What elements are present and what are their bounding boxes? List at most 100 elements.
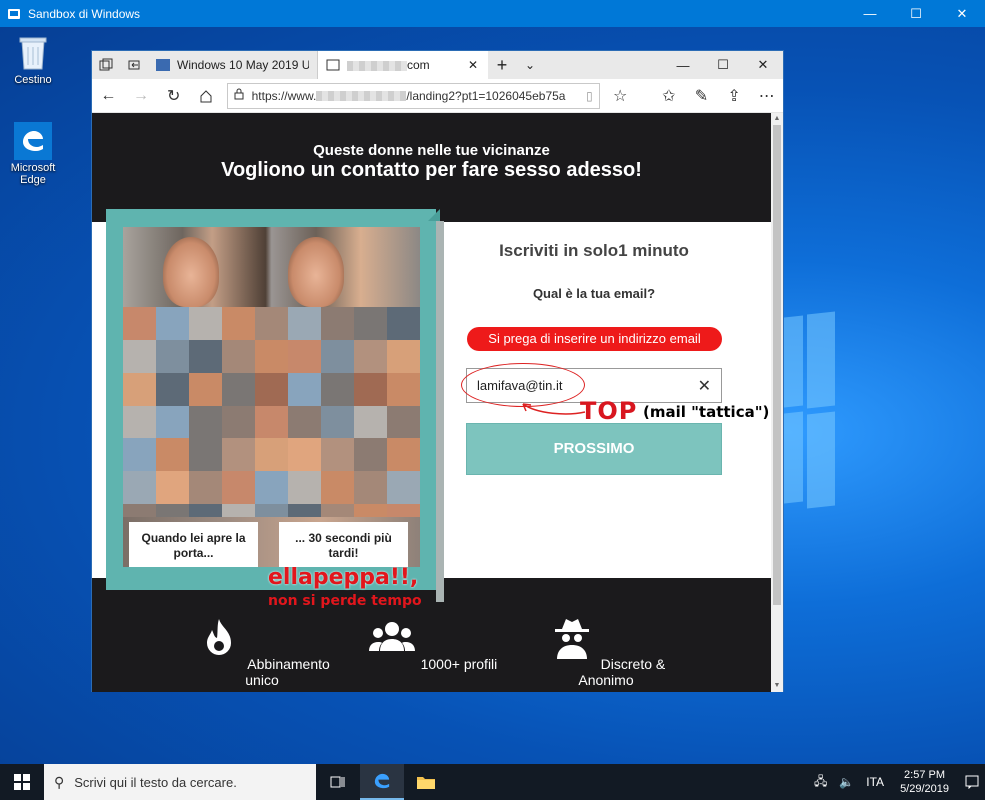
refresh-icon[interactable]: ↻ (157, 79, 190, 113)
taskbar: ⚲ Scrivi qui il testo da cercare. 🖧 🔈 IT… (0, 764, 985, 800)
scroll-up-icon[interactable]: ▲ (771, 113, 783, 125)
mosaic-cell (222, 339, 255, 373)
spy-icon (554, 619, 589, 659)
volume-icon[interactable]: 🔈 (833, 775, 860, 789)
favorites-hub-icon[interactable]: ✩ (652, 79, 685, 113)
mosaic-cell (156, 339, 189, 373)
mosaic-cell (387, 372, 420, 406)
edge-window: Windows 10 May 2019 Upd com ✕ + ⌄ — ☐ ✕ … (91, 50, 784, 692)
tab-list-button[interactable]: ⌄ (516, 51, 544, 79)
task-view-button[interactable] (316, 764, 360, 800)
lock-icon (234, 88, 244, 103)
share-icon[interactable]: ⇪ (718, 79, 751, 113)
back-arrow-icon[interactable]: ← (92, 79, 125, 113)
tab-bar: Windows 10 May 2019 Upd com ✕ + ⌄ — ☐ ✕ (92, 51, 783, 79)
windows-start-icon (14, 774, 30, 790)
mosaic-cell (255, 405, 288, 439)
caption-before: Quando lei apre la porta... (129, 522, 258, 567)
mosaic-cell (156, 405, 189, 439)
taskbar-search[interactable]: ⚲ Scrivi qui il testo da cercare. (44, 764, 316, 800)
mosaic-cell (321, 307, 354, 340)
mosaic-cell (387, 438, 420, 472)
clock[interactable]: 2:57 PM 5/29/2019 (890, 768, 959, 796)
next-button[interactable]: PROSSIMO (466, 423, 722, 475)
task-view-icon (330, 776, 345, 788)
mosaic-cell (255, 438, 288, 472)
mosaic-cell (255, 339, 288, 373)
mosaic-cell (288, 339, 321, 373)
sandbox-icon (8, 8, 20, 19)
photo-frame: Quando lei apre la porta... ... 30 secon… (106, 209, 444, 602)
sandbox-close-button[interactable]: ✕ (939, 0, 985, 27)
edge-icon (374, 773, 390, 789)
address-bar[interactable]: https://www./landing2?pt1=1026045eb75a ▯ (226, 82, 600, 109)
tab-preview-icon[interactable] (120, 51, 148, 79)
mosaic-cell (288, 471, 321, 505)
mosaic-cell (387, 339, 420, 373)
mosaic-cell (288, 438, 321, 472)
sandbox-minimize-button[interactable]: — (847, 0, 893, 27)
language-indicator[interactable]: ITA (860, 775, 890, 789)
mosaic-cell (123, 339, 156, 373)
nav-bar: ← → ↻ https://www./landing2?pt1=1026045e… (92, 79, 783, 113)
sandbox-title: Sandbox di Windows (28, 6, 141, 21)
form-question: Qual è la tua email? (532, 286, 656, 301)
edge-shortcut-label: Microsoft Edge (10, 162, 56, 186)
mosaic-cell (222, 405, 255, 439)
folder-icon (417, 777, 435, 789)
taskbar-file-explorer[interactable] (404, 764, 448, 800)
start-button[interactable] (0, 764, 44, 800)
edge-shortcut[interactable]: Microsoft Edge (1, 122, 65, 186)
mosaic-cell (321, 339, 354, 373)
scrollbar-thumb[interactable] (773, 125, 781, 605)
mosaic-cell (321, 471, 354, 505)
set-aside-tabs-icon[interactable] (92, 51, 120, 79)
pen-icon[interactable]: ✎ (685, 79, 718, 113)
tab-windows-update[interactable]: Windows 10 May 2019 Upd (148, 51, 318, 79)
mosaic-cell (354, 438, 387, 472)
feature-unique-match: Abbinamento unico (192, 613, 332, 688)
annotation-arrow (522, 403, 586, 415)
mosaic-cell (123, 405, 156, 439)
headline-small: Queste donne nelle tue vicinanze (313, 142, 550, 159)
address-url: https://www./landing2?pt1=1026045eb75a (251, 88, 566, 103)
mosaic-cell (354, 471, 387, 505)
scroll-down-icon[interactable]: ▼ (771, 680, 783, 692)
mosaic-cell (255, 307, 288, 340)
tab-landing-page[interactable]: com ✕ (318, 51, 488, 79)
taskbar-edge[interactable] (360, 764, 404, 800)
feature-discreet: Discreto & Anonimo (536, 613, 676, 688)
mosaic-cell (123, 307, 156, 340)
mosaic-cell (189, 372, 222, 406)
mosaic-cell (222, 372, 255, 406)
notification-icon[interactable] (959, 764, 985, 800)
sandbox-maximize-button[interactable]: ☐ (893, 0, 939, 27)
mosaic-cell (123, 438, 156, 472)
forward-arrow-icon[interactable]: → (125, 79, 158, 113)
new-tab-button[interactable]: + (488, 51, 516, 79)
more-options-icon[interactable]: ⋯ (750, 79, 783, 113)
mosaic-cell (123, 471, 156, 505)
recycle-bin-icon (15, 32, 51, 72)
mosaic-cell (156, 307, 189, 340)
reading-view-icon[interactable]: ▯ (586, 89, 593, 103)
favorite-star-icon[interactable]: ☆ (604, 79, 637, 113)
edge-maximize-button[interactable]: ☐ (703, 51, 743, 79)
network-icon[interactable]: 🖧 (808, 772, 833, 793)
page-scrollbar[interactable]: ▲ ▼ (771, 113, 783, 692)
mosaic-cell (156, 471, 189, 505)
mosaic-cell (387, 405, 420, 439)
mosaic-cell (189, 471, 222, 505)
page-viewport: Queste donne nelle tue vicinanze Voglion… (92, 113, 783, 692)
home-icon[interactable] (190, 79, 223, 113)
edge-close-button[interactable]: ✕ (743, 51, 783, 79)
tab-label: Windows 10 May 2019 Upd (177, 58, 309, 72)
tab-close-button[interactable]: ✕ (466, 58, 480, 72)
edge-minimize-button[interactable]: — (663, 51, 703, 79)
clear-input-icon[interactable]: ✕ (698, 376, 711, 396)
mosaic-cell (255, 372, 288, 406)
mosaic-cell (321, 372, 354, 406)
feature-profiles: 1000+ profili (362, 613, 502, 672)
mosaic-cell (321, 438, 354, 472)
recycle-bin-shortcut[interactable]: Cestino (1, 32, 65, 86)
